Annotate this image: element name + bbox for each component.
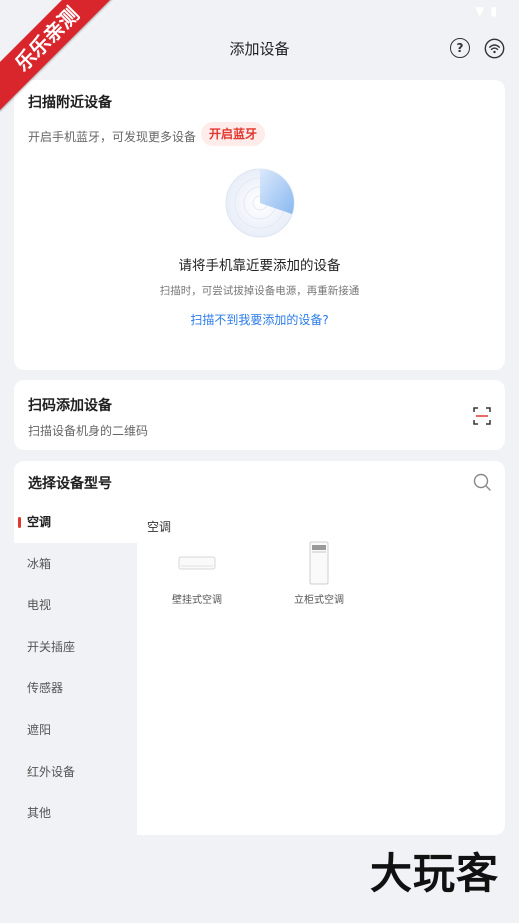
category-item[interactable]: 开关插座 <box>14 627 137 668</box>
nearby-title: 扫描附近设备 <box>28 95 112 111</box>
qrcode-subtitle: 扫描设备机身的二维码 <box>28 424 149 438</box>
category-item[interactable]: 空调 <box>14 502 137 543</box>
device-label: 壁挂式空调 <box>172 595 222 606</box>
scan-tip: 扫描时，可尝试拔掉设备电源，再重新接通 <box>159 285 360 297</box>
category-item[interactable]: 其他 <box>14 793 137 834</box>
page-title: 添加设备 <box>229 40 290 58</box>
cannot-find-device-link[interactable]: 扫描不到我要添加的设备? <box>14 311 505 328</box>
wifi-config-icon[interactable] <box>484 38 505 59</box>
floor-ac-image <box>284 541 354 585</box>
battery-icon: ▮ <box>490 4 497 18</box>
top-bar: 添加设备 ? <box>0 30 519 66</box>
qrcode-card[interactable]: 扫码添加设备 扫描设备机身的二维码 <box>14 380 505 450</box>
help-icon[interactable]: ? <box>450 38 470 58</box>
category-item[interactable]: 遮阳 <box>14 710 137 751</box>
device-floor-ac[interactable]: 立柜式空调 <box>284 541 354 606</box>
enable-bluetooth-button[interactable]: 开启蓝牙 <box>201 122 266 146</box>
watermark: 大玩客 <box>369 849 499 898</box>
category-item[interactable]: 红外设备 <box>14 752 137 793</box>
category-item[interactable]: 电视 <box>14 585 137 626</box>
status-bar: ▼ ▮ <box>475 4 497 18</box>
model-title: 选择设备型号 <box>28 476 112 492</box>
category-title: 空调 <box>147 520 172 534</box>
search-icon[interactable] <box>473 473 491 491</box>
scan-qr-icon[interactable] <box>473 407 491 425</box>
category-item[interactable]: 冰箱 <box>14 544 137 585</box>
radar-scan-icon <box>225 168 295 238</box>
nearby-scan-card: 扫描附近设备 开启手机蓝牙，可发现更多设备 开启蓝牙 请将手机靠近要添加的设备 … <box>14 80 505 370</box>
category-item[interactable]: 传感器 <box>14 668 137 709</box>
signal-icon: ▼ <box>475 4 485 18</box>
model-select-card: 选择设备型号 空调 冰箱 电视 开关插座 传感器 遮阳 红外设备 其他 空调 壁挂式空调 立柜… <box>14 461 505 835</box>
scan-instruction: 请将手机靠近要添加的设备 <box>178 258 341 274</box>
wall-ac-image <box>162 541 232 585</box>
device-label: 立柜式空调 <box>294 595 344 606</box>
device-wall-ac[interactable]: 壁挂式空调 <box>162 541 232 606</box>
qrcode-title: 扫码添加设备 <box>28 398 112 414</box>
bluetooth-tip: 开启手机蓝牙，可发现更多设备 <box>28 130 197 144</box>
